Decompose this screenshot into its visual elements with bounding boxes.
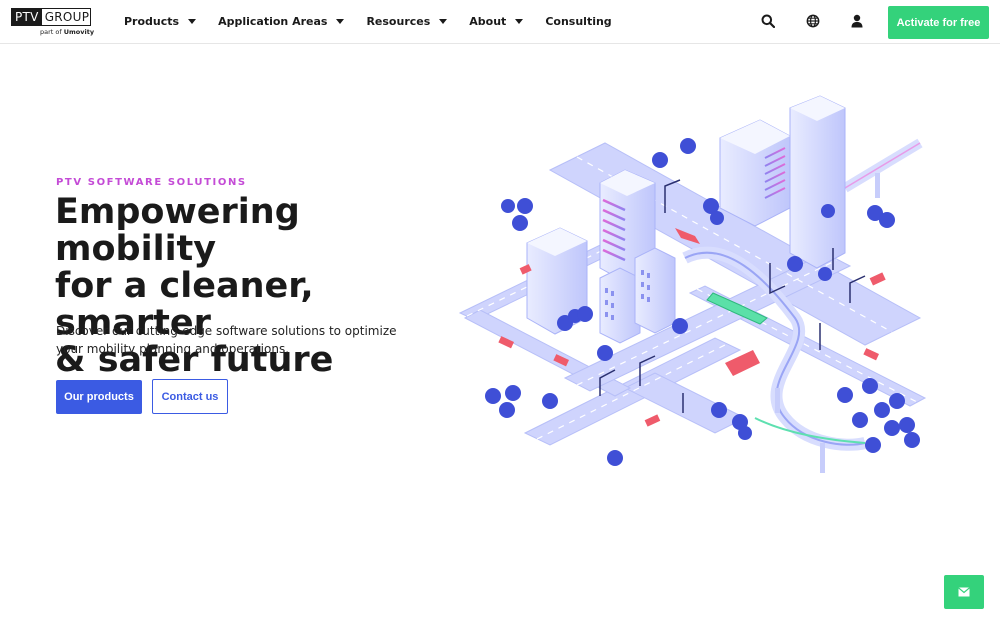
contact-us-button[interactable]: Contact us <box>152 379 228 414</box>
logo-tagline-prefix: part of <box>40 28 62 36</box>
logo-ptv-text: PTV <box>12 9 42 25</box>
nav-consulting-label: Consulting <box>545 14 612 28</box>
caret-down-icon <box>439 18 448 24</box>
hero-subtext: Discover our cutting-edge software solut… <box>56 324 397 356</box>
nav-about[interactable]: About <box>469 14 524 28</box>
logo-group-text: GROUP <box>44 10 90 24</box>
nav-products-label: Products <box>124 14 180 28</box>
hero-eyebrow: PTV SOFTWARE SOLUTIONS <box>56 177 247 188</box>
site-header: PTV GROUP part of Umovity Products Appli… <box>0 0 1000 44</box>
nav-application-areas-label: Application Areas <box>218 14 328 28</box>
caret-down-icon <box>336 18 345 24</box>
globe-icon[interactable] <box>806 14 820 28</box>
nav-about-label: About <box>469 14 507 28</box>
user-icon[interactable] <box>850 14 864 28</box>
nav-consulting[interactable]: Consulting <box>545 15 611 28</box>
activate-for-free-button[interactable]: Activate for free <box>888 6 989 39</box>
search-icon[interactable] <box>761 14 775 28</box>
hero-headline-line1: Empowering mobility <box>55 192 300 269</box>
mail-icon <box>958 587 970 597</box>
logo-tagline-brand: Umovity <box>63 28 95 36</box>
isometric-city-illustration <box>458 95 927 473</box>
nav-products[interactable]: Products <box>124 14 197 28</box>
caret-down-icon <box>515 18 524 24</box>
nav-application-areas[interactable]: Application Areas <box>218 14 345 28</box>
ptv-group-logo[interactable]: PTV GROUP part of Umovity <box>11 8 95 36</box>
logo-tagline: part of Umovity <box>11 28 95 36</box>
our-products-button[interactable]: Our products <box>56 380 142 414</box>
nav-resources-label: Resources <box>366 14 431 28</box>
contact-mail-button[interactable] <box>944 575 984 609</box>
main-nav: Products Application Areas Resources Abo… <box>124 0 634 42</box>
logo-mark: PTV GROUP <box>11 8 91 26</box>
caret-down-icon <box>188 18 197 24</box>
nav-resources[interactable]: Resources <box>366 14 448 28</box>
